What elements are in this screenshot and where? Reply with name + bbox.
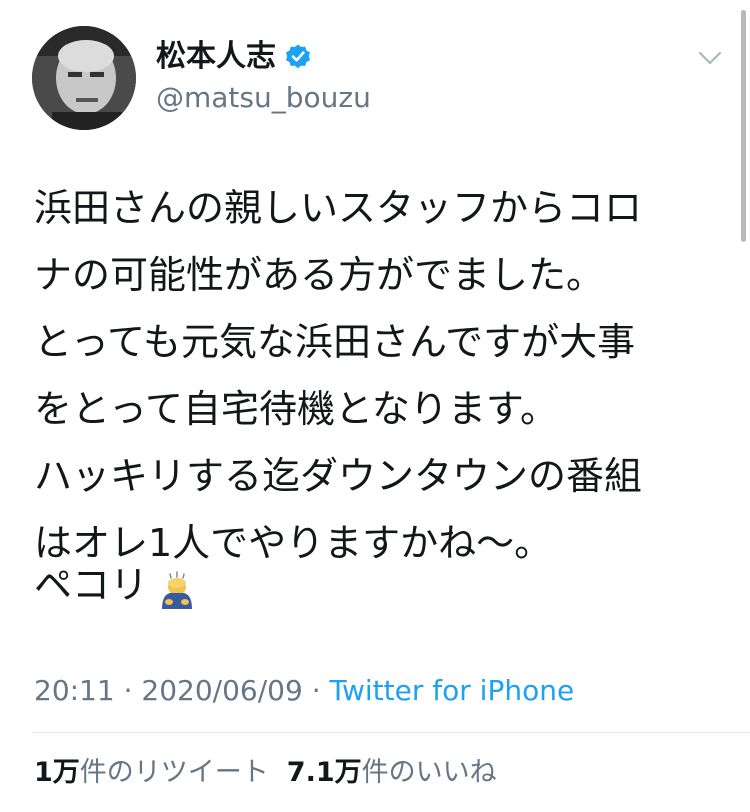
tweet-time[interactable]: 20:11 <box>34 674 115 707</box>
display-name[interactable]: 松本人志 <box>156 38 276 76</box>
tweet-stats: 1万件のリツイート 7.1万件のいいね <box>34 756 515 790</box>
scrollbar[interactable] <box>741 10 746 242</box>
like-count-number: 7.1 <box>286 757 335 788</box>
like-label: 件のいいね <box>361 757 497 788</box>
tweet-line: をとって自宅待機となります。 <box>34 387 559 431</box>
retweet-count-number: 1 <box>34 757 53 788</box>
retweet-label: 件のリツイート <box>79 757 269 788</box>
chevron-down-icon[interactable] <box>696 44 724 72</box>
like-count[interactable]: 7.1万件のいいね <box>287 756 497 790</box>
like-count-unit: 万 <box>334 757 362 788</box>
tweet-text: 浜田さんの親しいスタッフからコロ ナの可能性がある方がでました。 とっても元気な… <box>34 175 734 577</box>
user-handle[interactable]: @matsu_bouzu <box>156 80 371 116</box>
tweet-source-link[interactable]: Twitter for iPhone <box>330 674 575 707</box>
meta-separator: · <box>311 674 321 707</box>
closing-text: ペコリ <box>34 563 149 607</box>
tweet-meta: 20:11 · 2020/06/09 · Twitter for iPhone <box>34 674 574 708</box>
tweet-line: ナの可能性がある方がでました。 <box>34 253 605 297</box>
retweet-count[interactable]: 1万件のリツイート <box>34 756 269 790</box>
tweet-line: ハッキリする迄ダウンタウンの番組 <box>34 454 643 498</box>
avatar-photo <box>32 26 136 130</box>
person-bowing-emoji-icon <box>156 565 198 609</box>
divider <box>32 732 750 733</box>
verified-badge-icon <box>284 43 312 71</box>
retweet-count-unit: 万 <box>52 757 80 788</box>
tweet-line: とっても元気な浜田さんですが大事 <box>34 320 636 364</box>
meta-separator: · <box>123 674 133 707</box>
avatar[interactable] <box>32 26 136 130</box>
tweet-line: 浜田さんの親しいスタッフからコロ <box>34 186 643 230</box>
user-name-row[interactable]: 松本人志 <box>156 38 312 76</box>
tweet-date[interactable]: 2020/06/09 <box>141 674 302 707</box>
tweet-closing: ペコリ <box>34 552 198 619</box>
